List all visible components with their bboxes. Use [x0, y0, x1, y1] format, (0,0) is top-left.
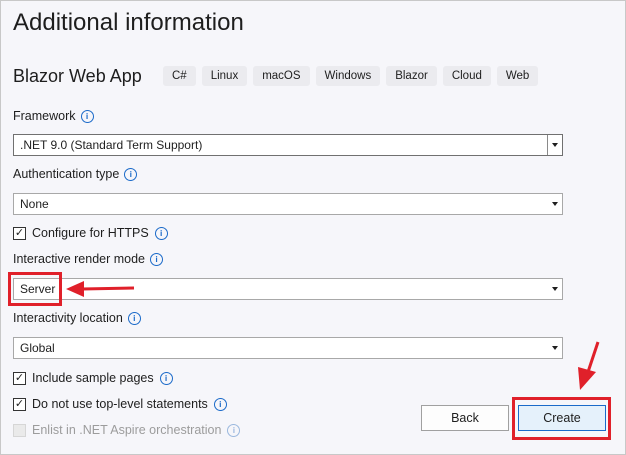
arrow-to-render-mode — [66, 281, 135, 297]
annotation-arrows — [66, 281, 600, 390]
arrow-to-create-button — [578, 341, 600, 390]
